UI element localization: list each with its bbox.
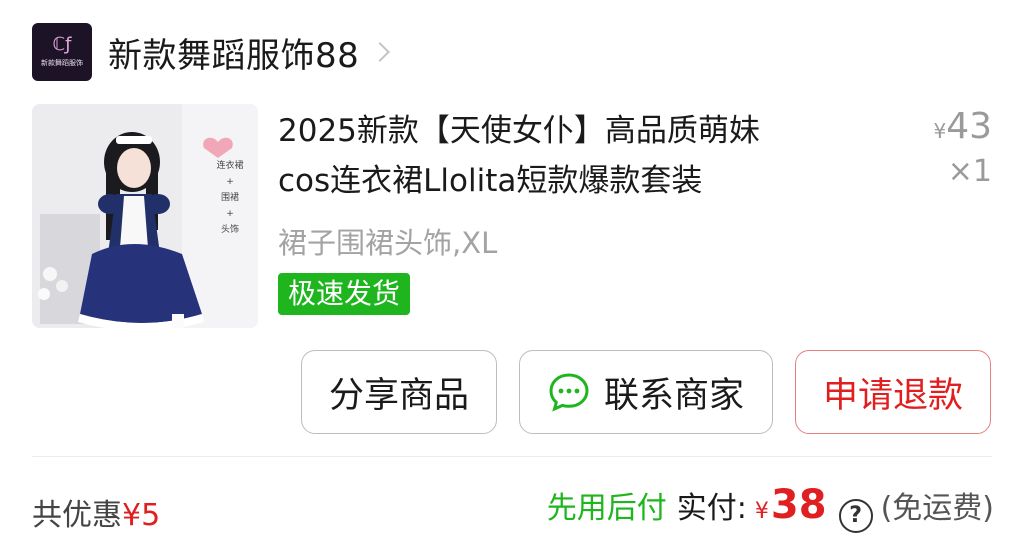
product-title[interactable]: 2025新款【天使女仆】高品质萌妹 cos连衣裙Llolita短款爆款套装 [278, 106, 898, 206]
product-title-line1: 2025新款【天使女仆】高品质萌妹 [278, 113, 760, 149]
caption-dress: 连衣裙 [216, 161, 244, 171]
contact-seller-label: 联系商家 [603, 375, 744, 416]
free-shipping-note: (免运费) [880, 491, 994, 526]
product-quantity: ×1 [947, 154, 992, 189]
request-refund-label: 申请退款 [822, 375, 963, 416]
caption-apron: 围裙 [220, 193, 239, 203]
shop-logo-text: 新款舞蹈服饰 [41, 59, 83, 67]
caption-headwear: 头饰 [220, 225, 239, 235]
contact-seller-button[interactable]: 联系商家 [519, 350, 773, 434]
product-sku: 裙子围裙头饰,XL [278, 226, 498, 260]
divider [32, 456, 992, 457]
paid-currency: ¥ [754, 499, 769, 524]
caption-plus: + [226, 177, 234, 187]
share-product-label: 分享商品 [328, 375, 469, 416]
discount-amount: ¥5 [122, 498, 161, 533]
price-currency: ¥ [933, 119, 947, 143]
shop-logo-mark: ℂƒ [52, 34, 72, 55]
shop-name[interactable]: 新款舞蹈服饰88 [108, 28, 359, 77]
fast-shipping-badge: 极速发货 [278, 273, 411, 315]
paid-amount: 38 [770, 482, 827, 528]
chat-bubble-icon [549, 373, 589, 412]
paid-label: 实付: [676, 491, 747, 526]
price-value: 43 [946, 106, 992, 147]
product-image[interactable]: 连衣裙 + 围裙 + 头饰 [32, 104, 258, 328]
question-mark-icon[interactable]: ? [838, 498, 873, 533]
shop-header[interactable]: ℂƒ 新款舞蹈服饰 新款舞蹈服饰88 [32, 22, 391, 82]
caption-plus: + [226, 209, 234, 219]
buy-now-pay-later-label: 先用后付 [546, 491, 667, 526]
total-discount: 共优惠¥5 [32, 490, 160, 534]
discount-label: 共优惠 [32, 498, 122, 533]
product-title-line2: cos连衣裙Llolita短款爆款套装 [278, 163, 703, 199]
product-image-captions: 连衣裙 + 围裙 + 头饰 [208, 158, 252, 238]
product-price: ¥43 [933, 106, 992, 147]
chevron-right-icon[interactable] [370, 42, 391, 62]
order-item-card: ℂƒ 新款舞蹈服饰 新款舞蹈服饰88 连衣裙 + 围裙 + 头饰 2025新款【… [0, 0, 1024, 550]
share-product-button[interactable]: 分享商品 [301, 350, 497, 434]
request-refund-button[interactable]: 申请退款 [795, 350, 991, 434]
shop-logo: ℂƒ 新款舞蹈服饰 [32, 23, 92, 81]
payment-summary: 先用后付 实付: ¥ 38 ? (免运费) [546, 482, 994, 533]
